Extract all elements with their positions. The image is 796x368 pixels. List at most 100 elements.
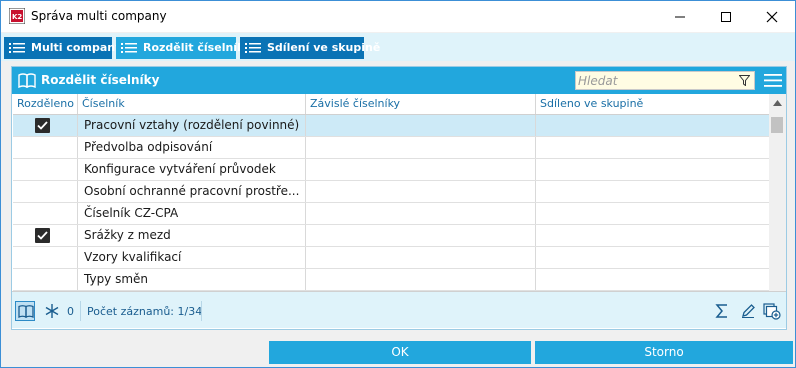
- cell-rozdeleno: [13, 159, 78, 180]
- cell-rozdeleno: [13, 181, 78, 202]
- cell-zavisle: [306, 225, 536, 246]
- cell-zavisle: [306, 159, 536, 180]
- checkbox-unchecked-icon[interactable]: [35, 184, 50, 199]
- cell-ciselnik: Předvolba odpisování: [78, 137, 306, 158]
- ok-button[interactable]: OK: [269, 341, 531, 364]
- cell-sdileno: [536, 247, 769, 268]
- tab-bar: Multi company Rozdělit číselníky Sdílení…: [1, 33, 795, 61]
- checkbox-unchecked-icon[interactable]: [35, 272, 50, 287]
- tab-label: Rozdělit číselníky: [143, 41, 252, 54]
- cancel-button[interactable]: Storno: [535, 341, 793, 364]
- filter-icon[interactable]: [739, 75, 750, 86]
- list-icon: [9, 43, 25, 53]
- add-records-icon: [763, 303, 781, 320]
- cell-sdileno: [536, 269, 769, 290]
- table-row[interactable]: Předvolba odpisování: [13, 137, 769, 159]
- cell-ciselnik: Srážky z mezd: [78, 225, 306, 246]
- record-count: Počet záznamů: 1/34: [87, 305, 203, 318]
- cell-zavisle: [306, 137, 536, 158]
- cell-rozdeleno: [13, 225, 78, 246]
- search-box: [575, 71, 755, 90]
- window-title: Správa multi company: [31, 9, 167, 23]
- checkbox-checked-icon[interactable]: [35, 228, 50, 243]
- data-grid: Rozděleno Číselník Závislé číselníky Sdí…: [13, 94, 769, 291]
- tab-rozdelit-ciselniky[interactable]: Rozdělit číselníky: [116, 37, 252, 59]
- checkbox-checked-icon[interactable]: [35, 118, 50, 133]
- cell-sdileno: [536, 137, 769, 158]
- table-row[interactable]: Vzory kvalifikací: [13, 247, 769, 269]
- cell-ciselnik: Pracovní vztahy (rozdělení povinné): [78, 115, 306, 136]
- checkbox-unchecked-icon[interactable]: [35, 140, 50, 155]
- book-icon: [18, 305, 34, 318]
- column-header-zavisle[interactable]: Závislé číselníky: [306, 94, 536, 114]
- column-header-ciselnik[interactable]: Číselník: [78, 94, 306, 114]
- sigma-icon: [715, 304, 727, 318]
- tab-sdileni-ve-skupine[interactable]: Sdílení ve skupině: [240, 37, 380, 59]
- column-header-rozdeleno[interactable]: Rozděleno: [13, 94, 78, 114]
- cell-ciselnik: Typy směn: [78, 269, 306, 290]
- minimize-icon: [675, 16, 685, 18]
- table-row[interactable]: Srážky z mezd: [13, 225, 769, 247]
- search-input[interactable]: [578, 72, 728, 89]
- maximize-button[interactable]: [703, 1, 749, 32]
- app-logo-icon: K2: [9, 8, 25, 24]
- cell-rozdeleno: [13, 115, 78, 136]
- content-panel: Rozdělit číselníky Rozděleno Číselník Zá…: [11, 66, 787, 330]
- cell-zavisle: [306, 181, 536, 202]
- cell-sdileno: [536, 159, 769, 180]
- title-bar: K2 Správa multi company: [1, 1, 795, 32]
- edit-button[interactable]: [738, 301, 758, 321]
- tab-multi-company[interactable]: Multi company: [4, 37, 122, 59]
- pencil-icon: [742, 304, 755, 318]
- cell-sdileno: [536, 225, 769, 246]
- vertical-scrollbar[interactable]: [769, 94, 786, 291]
- scrollbar-thumb[interactable]: [771, 117, 783, 133]
- cell-sdileno: [536, 203, 769, 224]
- cell-rozdeleno: [13, 269, 78, 290]
- footer-divider: [80, 301, 81, 321]
- cell-ciselnik: Vzory kvalifikací: [78, 247, 306, 268]
- minimize-button[interactable]: [657, 1, 703, 32]
- snowflake-icon: [45, 304, 59, 318]
- checkbox-unchecked-icon[interactable]: [35, 206, 50, 221]
- cell-sdileno: [536, 115, 769, 136]
- grid-footer: 0 Počet záznamů: 1/34: [12, 292, 786, 328]
- sum-button[interactable]: [712, 301, 732, 321]
- list-icon: [121, 43, 137, 53]
- cell-ciselnik: Číselník CZ-CPA: [78, 203, 306, 224]
- panel-header: Rozdělit číselníky: [12, 67, 786, 94]
- footer-divider: [201, 301, 202, 321]
- book-view-button[interactable]: [15, 301, 35, 321]
- list-icon: [245, 43, 261, 53]
- cell-ciselnik: Konfigurace vytváření průvodek: [78, 159, 306, 180]
- tab-label: Sdílení ve skupině: [267, 41, 381, 54]
- book-icon: [18, 73, 36, 88]
- add-record-button[interactable]: [762, 301, 782, 321]
- tab-label: Multi company: [31, 41, 123, 54]
- cell-rozdeleno: [13, 247, 78, 268]
- menu-icon[interactable]: [764, 74, 782, 87]
- panel-title: Rozdělit číselníky: [41, 73, 160, 87]
- svg-text:K2: K2: [12, 13, 22, 21]
- close-icon: [766, 11, 778, 23]
- cell-zavisle: [306, 203, 536, 224]
- cell-ciselnik: Osobní ochranné pracovní prostře...: [78, 181, 306, 202]
- table-row[interactable]: Osobní ochranné pracovní prostře...: [13, 181, 769, 203]
- cell-zavisle: [306, 269, 536, 290]
- checkbox-unchecked-icon[interactable]: [35, 250, 50, 265]
- table-row[interactable]: Konfigurace vytváření průvodek: [13, 159, 769, 181]
- main-window: K2 Správa multi company Multi company Ro…: [0, 0, 796, 368]
- cell-rozdeleno: [13, 203, 78, 224]
- table-row[interactable]: Typy směn: [13, 269, 769, 291]
- checkbox-unchecked-icon[interactable]: [35, 162, 50, 177]
- cell-rozdeleno: [13, 137, 78, 158]
- table-row[interactable]: Číselník CZ-CPA: [13, 203, 769, 225]
- cell-zavisle: [306, 247, 536, 268]
- scroll-up-icon[interactable]: [773, 100, 782, 106]
- cell-sdileno: [536, 181, 769, 202]
- column-header-sdileno[interactable]: Sdíleno ve skupině: [536, 94, 769, 114]
- maximize-icon: [721, 12, 731, 22]
- table-row[interactable]: Pracovní vztahy (rozdělení povinné): [13, 115, 769, 137]
- close-button[interactable]: [749, 1, 795, 32]
- snowflake-button[interactable]: [42, 301, 62, 321]
